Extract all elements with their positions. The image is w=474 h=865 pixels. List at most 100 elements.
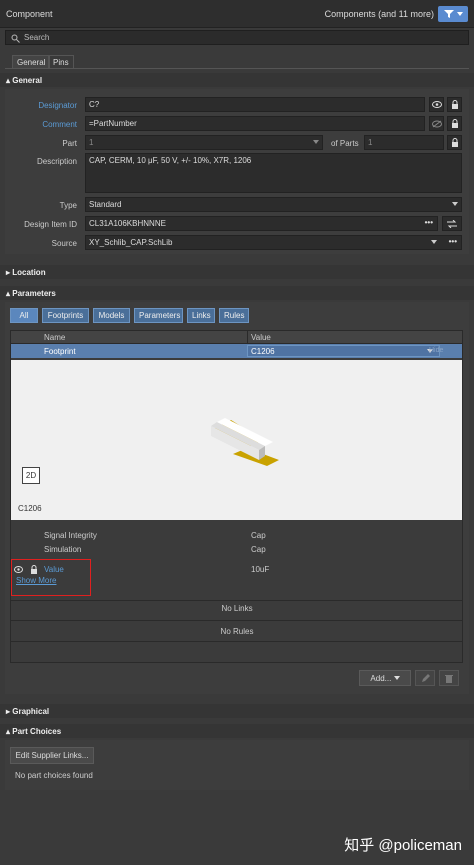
filter-button[interactable]	[438, 6, 468, 22]
divider	[11, 620, 462, 621]
section-general[interactable]: ▴ General	[0, 73, 474, 87]
search-placeholder: Search	[24, 33, 50, 42]
footprint-preview[interactable]: 2D C1206	[11, 360, 462, 520]
add-button[interactable]: Add...	[359, 670, 411, 686]
part-value: 1	[89, 138, 94, 147]
lock-icon	[451, 138, 458, 147]
pencil-icon	[421, 673, 430, 682]
tab-pins[interactable]: Pins	[48, 55, 74, 68]
visibility-toggle-designator[interactable]	[429, 97, 444, 112]
filter-links[interactable]: Links	[187, 308, 215, 323]
filter-rules[interactable]: Rules	[219, 308, 249, 323]
chevron-down-icon	[313, 140, 319, 144]
design-item-id-label: Design Item ID	[24, 220, 77, 229]
no-links-text: No Links	[221, 604, 253, 613]
panel-titlebar: Component Components (and 11 more)	[0, 0, 474, 28]
row-name: Signal Integrity	[44, 531, 97, 540]
no-part-choices-text: No part choices found	[15, 771, 93, 780]
eye-hidden-icon	[431, 120, 442, 127]
chevron-down-icon	[452, 202, 458, 206]
lock-toggle-comment[interactable]	[447, 116, 462, 131]
section-graphical-label: Graphical	[12, 707, 50, 716]
table-row-footprint[interactable]: Footprint C1206 Hide	[11, 344, 462, 358]
source-select[interactable]: XY_Schlib_CAP.SchLib •••	[85, 235, 462, 250]
footprint-value: C1206	[251, 347, 275, 356]
hide-link[interactable]: Hide	[429, 347, 443, 354]
column-value: Value	[251, 333, 271, 342]
add-button-label: Add...	[370, 674, 392, 683]
highlight-box	[11, 559, 91, 596]
tab-general[interactable]: General	[12, 55, 51, 68]
component-count: Components (and 11 more)	[324, 9, 434, 19]
value-value: 10uF	[251, 565, 270, 574]
design-item-id-field[interactable]: CL31A106KBHNNNE •••	[85, 216, 438, 231]
filter-footprints[interactable]: Footprints	[42, 308, 89, 323]
preview-footprint-label: C1206	[18, 504, 42, 513]
of-parts-label: of Parts	[331, 139, 359, 148]
chevron-down-icon	[457, 12, 463, 16]
type-label: Type	[59, 201, 77, 210]
lock-icon	[451, 119, 458, 128]
design-item-id-value: CL31A106KBHNNNE	[89, 219, 166, 228]
type-select[interactable]: Standard	[85, 197, 462, 212]
filter-models[interactable]: Models	[93, 308, 130, 323]
filter-icon	[444, 10, 454, 18]
chevron-down-icon	[393, 676, 400, 680]
table-row-simulation[interactable]: Simulation Cap	[11, 544, 462, 556]
designator-label: Designator	[38, 101, 77, 110]
more-options-icon[interactable]: •••	[425, 218, 433, 227]
footprint-select[interactable]: C1206	[247, 345, 440, 357]
row-value: Cap	[251, 531, 266, 540]
more-options-icon[interactable]: •••	[449, 237, 457, 246]
mode-2d-button[interactable]: 2D	[22, 467, 40, 484]
no-rules-text: No Rules	[220, 627, 254, 636]
section-general-label: General	[12, 76, 43, 85]
section-parameters[interactable]: ▴ Parameters	[0, 286, 474, 300]
edit-button[interactable]	[415, 670, 435, 686]
column-divider	[247, 331, 248, 344]
source-value: XY_Schlib_CAP.SchLib	[89, 238, 173, 247]
description-label: Description	[36, 157, 77, 166]
row-value: Cap	[251, 545, 266, 554]
delete-button[interactable]	[439, 670, 459, 686]
capacitor-3d-model	[211, 418, 279, 466]
edit-supplier-links-button[interactable]: Edit Supplier Links...	[10, 747, 94, 764]
comment-label: Comment	[42, 120, 77, 129]
column-name: Name	[44, 333, 66, 342]
footprint-name: Footprint	[44, 347, 76, 356]
section-parameters-label: Parameters	[12, 289, 56, 298]
section-location[interactable]: ▸ Location	[0, 265, 474, 279]
type-value: Standard	[89, 200, 122, 209]
filter-parameters[interactable]: Parameters	[134, 308, 183, 323]
tab-divider	[5, 68, 469, 69]
panel-title: Component	[6, 9, 53, 19]
designator-field[interactable]: C?	[85, 97, 425, 112]
grid-header: Name Value	[11, 331, 462, 344]
section-location-label: Location	[12, 268, 46, 277]
part-select[interactable]: 1	[85, 135, 323, 150]
visibility-toggle-comment[interactable]	[429, 116, 444, 131]
table-row-signal-integrity[interactable]: Signal Integrity Cap	[11, 530, 462, 542]
search-input[interactable]: Search	[5, 30, 469, 45]
section-part-choices[interactable]: ▴ Part Choices	[0, 724, 474, 738]
swap-icon	[447, 219, 457, 228]
description-field[interactable]: CAP, CERM, 10 μF, 50 V, +/- 10%, X7R, 12…	[85, 153, 462, 193]
filter-all[interactable]: All	[10, 308, 38, 323]
section-graphical[interactable]: ▸ Graphical	[0, 704, 474, 718]
swap-button[interactable]	[442, 216, 462, 231]
divider	[11, 600, 462, 601]
comment-field[interactable]: =PartNumber	[85, 116, 425, 131]
eye-icon	[431, 101, 442, 108]
row-name: Simulation	[44, 545, 82, 554]
source-label: Source	[51, 239, 77, 248]
part-label: Part	[62, 139, 77, 148]
lock-icon	[451, 100, 458, 109]
section-part-choices-label: Part Choices	[12, 727, 62, 736]
lock-toggle-part[interactable]	[447, 135, 462, 150]
of-parts-field: 1	[364, 135, 444, 150]
divider	[11, 641, 462, 642]
lock-toggle-designator[interactable]	[447, 97, 462, 112]
watermark: 知乎 @policeman	[344, 837, 462, 854]
search-icon	[11, 34, 20, 43]
trash-icon	[445, 674, 453, 683]
